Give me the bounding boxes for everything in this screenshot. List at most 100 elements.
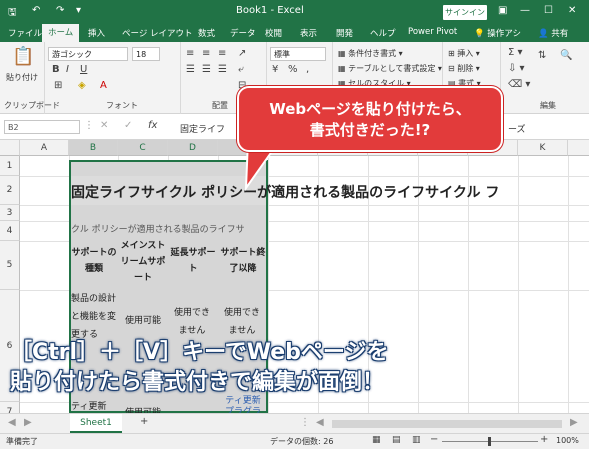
insert-function-icon[interactable]: fx (148, 120, 157, 131)
row-header[interactable]: 3 (0, 205, 20, 221)
delete-cells-button[interactable]: ⊟ 削除 ▾ (448, 63, 480, 74)
enter-icon[interactable]: ✓ (124, 120, 132, 131)
column-header[interactable]: B (69, 140, 118, 156)
cell-b4: クル ポリシーが適用される製品のライフサ (71, 225, 245, 235)
sheet-tab-sheet1[interactable]: Sheet1 (70, 414, 122, 433)
tab-developer[interactable]: 開発 (336, 27, 353, 39)
zoom-slider-thumb[interactable] (488, 437, 491, 446)
column-header[interactable]: D (168, 140, 218, 156)
normal-view-icon[interactable]: ▦ (372, 435, 381, 445)
align-right-icon[interactable]: ☰ (218, 64, 227, 75)
tab-formulas[interactable]: 数式 (198, 27, 215, 39)
status-bar: 準備完了 データの個数: 26 ▦ ▤ ▥ − + 100% (0, 433, 589, 449)
autosum-icon[interactable]: Σ ▾ (508, 47, 523, 58)
ribbon-tabs: ファイル ホーム 挿入 ページ レイアウト 数式 データ 校閲 表示 開発 ヘル… (0, 24, 589, 42)
clear-icon[interactable]: ⌫ ▾ (508, 79, 530, 90)
tell-me-box[interactable]: 💡 操作アシ (474, 27, 521, 39)
cell-b6: 製品の設計と機能を変更する (71, 294, 117, 340)
column-header-blank (568, 140, 589, 156)
tab-insert[interactable]: 挿入 (88, 27, 105, 39)
callout-bubble: Webページを貼り付けたら、 書式付きだった!? (237, 86, 503, 152)
alignment-label: 配置 (212, 101, 228, 110)
select-all-corner[interactable] (0, 140, 20, 156)
row-header[interactable]: 7 (0, 402, 20, 413)
fill-icon[interactable]: ⇩ ▾ (508, 63, 525, 74)
cancel-icon[interactable]: ✕ (100, 120, 108, 131)
column-header[interactable]: A (20, 140, 69, 156)
paste-icon[interactable]: 📋 (12, 46, 34, 67)
align-top-icon[interactable]: ≡ (186, 48, 194, 59)
ribbon-display-icon[interactable]: ▣ (498, 5, 507, 16)
cell-e6: 使用できません (223, 308, 260, 336)
zoom-level[interactable]: 100% (556, 436, 579, 445)
tab-help[interactable]: ヘルプ (370, 27, 396, 39)
cell-c6: 使用可能 (124, 316, 161, 326)
tab-data[interactable]: データ (230, 27, 256, 39)
hscroll-left-icon[interactable]: ◀ (316, 417, 324, 428)
save-icon[interactable]: 🖫 (8, 5, 17, 22)
page-layout-view-icon[interactable]: ▤ (392, 435, 401, 445)
comma-icon[interactable]: , (306, 64, 309, 75)
zoom-out-icon[interactable]: − (430, 434, 438, 445)
font-color-icon[interactable]: A (100, 80, 107, 91)
column-header[interactable]: K (518, 140, 568, 156)
page-break-view-icon[interactable]: ▥ (412, 435, 421, 445)
hscroll-right-icon[interactable]: ▶ (570, 417, 578, 428)
share-button[interactable]: 👤 共有 (538, 27, 568, 39)
align-middle-icon[interactable]: ≡ (202, 48, 210, 59)
tab-view[interactable]: 表示 (300, 27, 317, 39)
caption-overlay: ［Ctrl］＋［V］キーでWebページを 貼り付けたら書式付きで編集が面倒！ (10, 338, 580, 398)
currency-icon[interactable]: ¥ (272, 64, 278, 75)
scroll-right-icon[interactable]: ▶ (24, 417, 32, 428)
underline-icon[interactable]: U (80, 64, 87, 75)
align-left-icon[interactable]: ☰ (186, 64, 195, 75)
horizontal-scrollbar[interactable] (332, 420, 562, 428)
find-select-icon[interactable]: 🔍 (560, 50, 572, 61)
orientation-icon[interactable]: ↗ (238, 48, 246, 59)
row-header[interactable]: 2 (0, 176, 20, 205)
align-bottom-icon[interactable]: ≡ (218, 48, 226, 59)
wrap-text-icon[interactable]: ⤶ (238, 64, 244, 75)
conditional-format-button[interactable]: ▦ 条件付き書式 ▾ (338, 48, 403, 59)
row-header[interactable]: 5 (0, 241, 20, 290)
italic-icon[interactable]: I (66, 64, 69, 75)
tab-power-pivot[interactable]: Power Pivot (408, 27, 457, 37)
editing-group: Σ ▾ ⇩ ▾ ⌫ ▾ ⇅ 🔍 編集 (500, 42, 589, 114)
font-size-select[interactable]: 18 (132, 47, 160, 61)
number-format-select[interactable]: 標準 (270, 47, 326, 61)
sort-filter-icon[interactable]: ⇅ (538, 50, 546, 61)
sheet-options-icon[interactable]: ⋮ (300, 417, 310, 428)
maximize-icon[interactable]: ☐ (544, 5, 553, 16)
percent-icon[interactable]: % (288, 64, 298, 75)
formula-content-tail: ーズ (508, 125, 526, 135)
tab-file[interactable]: ファイル (8, 27, 42, 39)
undo-icon[interactable]: ↶ (32, 5, 40, 16)
zoom-in-icon[interactable]: + (540, 434, 548, 445)
add-sheet-icon[interactable]: + (140, 416, 148, 427)
column-header[interactable]: C (118, 140, 168, 156)
tab-home[interactable]: ホーム (42, 24, 80, 42)
minimize-icon[interactable]: — (520, 5, 530, 16)
row-header[interactable]: 1 (0, 156, 20, 176)
insert-cells-button[interactable]: ⊞ 挿入 ▾ (448, 48, 480, 59)
quick-access-icon[interactable]: ▾ (76, 5, 81, 16)
row-header[interactable]: 4 (0, 221, 20, 241)
font-name-select[interactable]: 游ゴシック (48, 47, 128, 61)
scroll-left-icon[interactable]: ◀ (8, 417, 16, 428)
options-icon[interactable]: ⋮ (84, 120, 94, 131)
name-box[interactable]: B2 (4, 120, 80, 134)
formula-content[interactable]: 固定ライフ (180, 122, 225, 135)
status-ready: 準備完了 (6, 437, 38, 446)
bold-icon[interactable]: B (52, 64, 60, 75)
font-label: フォント (106, 101, 138, 110)
border-icon[interactable]: ⊞ (54, 80, 62, 91)
redo-icon[interactable]: ↷ (56, 5, 64, 16)
align-center-icon[interactable]: ☰ (202, 64, 211, 75)
format-as-table-button[interactable]: ▦ テーブルとして書式設定 ▾ (338, 63, 442, 74)
close-icon[interactable]: ✕ (568, 5, 576, 16)
paste-button[interactable]: 貼り付け (6, 72, 38, 83)
tab-review[interactable]: 校閲 (265, 27, 282, 39)
fill-color-icon[interactable]: ◈ (78, 80, 86, 91)
tab-page-layout[interactable]: ページ レイアウト (122, 27, 193, 39)
signin-button[interactable]: サインイン (443, 5, 487, 20)
